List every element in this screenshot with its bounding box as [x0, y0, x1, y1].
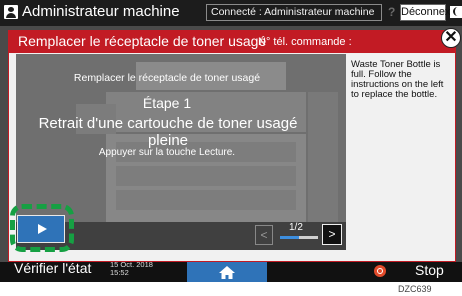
help-icon[interactable]: ?: [388, 5, 395, 19]
logout-button[interactable]: Déconnexion: [400, 4, 462, 21]
video-hint: Appuyer sur la touche Lecture.: [98, 147, 236, 158]
check-status-button[interactable]: Vérifier l'état: [14, 260, 91, 276]
user-icon: [4, 5, 18, 19]
home-button[interactable]: [187, 262, 267, 282]
page-indicator: 1/2: [289, 222, 303, 233]
stop-button[interactable]: Stop: [415, 262, 444, 278]
previous-page-button[interactable]: <: [255, 225, 273, 245]
connection-status: Connecté : Administrateur machine: [211, 6, 375, 18]
stop-icon[interactable]: [374, 265, 386, 277]
video-step-description: Retrait d'une cartouche de toner usagé p…: [38, 115, 298, 149]
video-step-number: Étape 1: [142, 95, 192, 111]
video-step-title: Remplacer le réceptacle de toner usagé: [73, 72, 261, 84]
highlight-ring: [10, 204, 74, 252]
date-time: 15 Oct. 2018 15:52: [110, 261, 153, 277]
next-page-button[interactable]: >: [322, 224, 342, 245]
display-mode-icon[interactable]: [450, 6, 462, 18]
page-progress-fill: [280, 236, 299, 239]
home-icon: [219, 266, 235, 279]
close-button[interactable]: ✕: [441, 28, 461, 48]
time-text: 15:52: [110, 268, 129, 277]
figure-code: DZC639: [398, 284, 432, 294]
dialog-title: Remplacer le réceptacle de toner usagé: [18, 33, 267, 49]
instruction-message: Waste Toner Bottle is full. Follow the i…: [351, 59, 444, 100]
user-title: Administrateur machine: [22, 3, 180, 20]
order-number-label: N° tél. commande :: [258, 36, 352, 48]
